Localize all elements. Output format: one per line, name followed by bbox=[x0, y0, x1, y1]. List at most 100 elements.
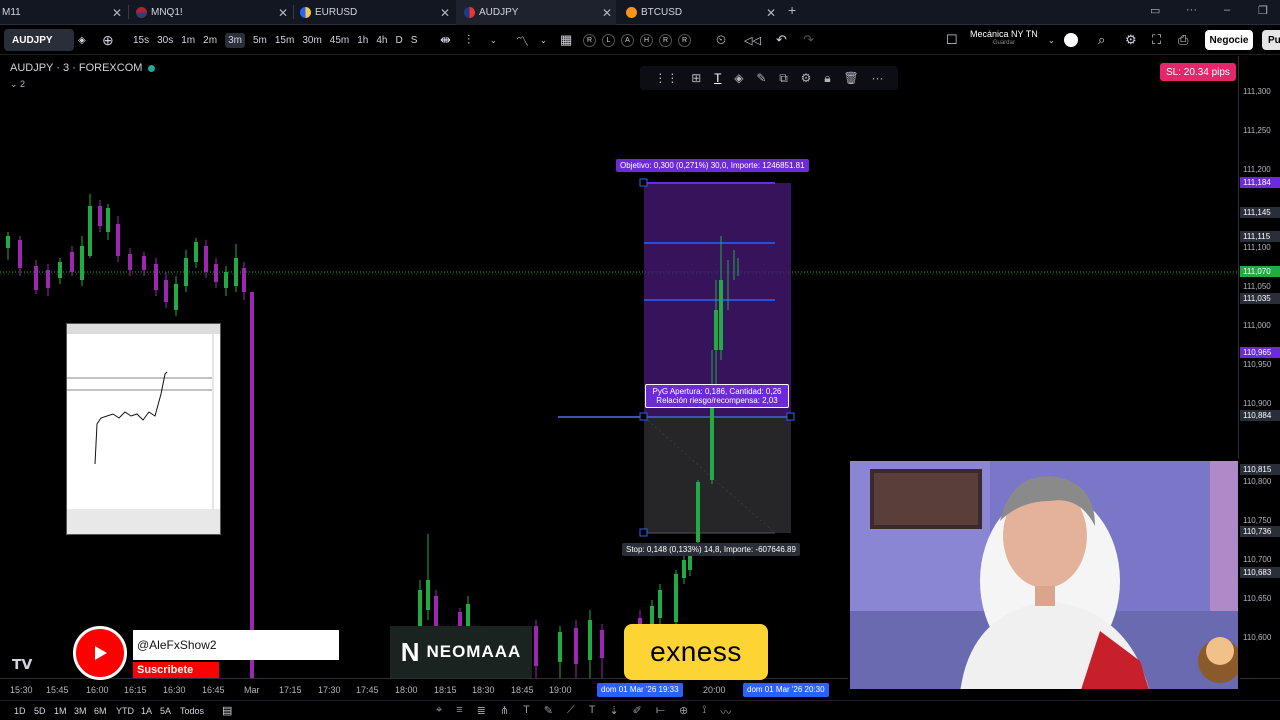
range-5a[interactable]: 5A bbox=[160, 706, 171, 716]
range-3m[interactable]: 3M bbox=[74, 706, 87, 716]
redo-icon[interactable]: ↷ bbox=[803, 25, 814, 55]
crosshair-icon[interactable]: ⌖ bbox=[436, 704, 442, 720]
monitor-icon[interactable]: ▭ bbox=[1150, 4, 1160, 17]
candles-left bbox=[6, 194, 246, 316]
gear-icon[interactable]: ⚙ bbox=[1125, 25, 1137, 55]
layout-grid-icon[interactable]: ▦ bbox=[560, 25, 572, 55]
replay-l-button[interactable]: L bbox=[602, 33, 615, 47]
pencil-icon[interactable]: ✐ bbox=[633, 704, 642, 720]
ruler-icon[interactable]: ⟟ bbox=[702, 704, 706, 720]
calendar-icon[interactable]: ▤ bbox=[222, 704, 232, 717]
more-icon[interactable]: ··· bbox=[872, 71, 884, 85]
tf-1m[interactable]: 1m bbox=[181, 35, 195, 46]
publish-button[interactable]: Pu bbox=[1262, 30, 1280, 50]
close-icon[interactable]: ✕ bbox=[440, 6, 450, 20]
tf-30s[interactable]: 30s bbox=[157, 35, 173, 46]
avatar[interactable] bbox=[1064, 25, 1078, 55]
pattern-icon[interactable]: ⋔ bbox=[500, 704, 509, 720]
target-icon[interactable]: ⊕ bbox=[679, 704, 688, 720]
lines-icon[interactable]: ≡ bbox=[456, 704, 462, 720]
price-scale[interactable]: 111,300 111,250 111,200 111,100 111,050 … bbox=[1238, 56, 1280, 678]
tf-15s[interactable]: 15s bbox=[133, 35, 149, 46]
wave-icon[interactable]: 〰 bbox=[720, 704, 731, 720]
minimize-icon[interactable]: – bbox=[1224, 4, 1230, 16]
more-icon[interactable]: ··· bbox=[1186, 4, 1197, 16]
drawing-toolbar: ⋮⋮ ⊞ T ◈ ✎ ⧉ ⚙ 🔒︎ 🗑︎ ··· bbox=[640, 66, 898, 90]
layout-name[interactable]: Mecánica NY TN Guardar bbox=[970, 30, 1038, 48]
tf-4h[interactable]: 4h bbox=[376, 35, 387, 46]
settings-icon[interactable]: ⚙ bbox=[801, 71, 812, 85]
fib-icon[interactable]: ≣ bbox=[477, 704, 486, 720]
template-icon[interactable]: ⊞ bbox=[691, 71, 701, 85]
range-all[interactable]: Todos bbox=[180, 706, 204, 716]
range-5d[interactable]: 5D bbox=[34, 706, 46, 716]
trash-icon[interactable]: 🗑︎ bbox=[843, 71, 858, 85]
tab-mnq[interactable]: MNQ1! ✕ bbox=[136, 0, 288, 25]
replay-r3-button[interactable]: R bbox=[678, 33, 691, 47]
horizontal-line-icon[interactable]: ⟝ bbox=[656, 704, 665, 720]
drag-handle-icon[interactable]: ⋮⋮ bbox=[654, 71, 678, 85]
camera-icon[interactable]: ⎙ bbox=[1178, 25, 1188, 55]
fullscreen-icon[interactable]: ⛶ bbox=[1152, 25, 1161, 55]
text-icon[interactable]: T bbox=[589, 704, 596, 720]
target-handle bbox=[639, 178, 648, 187]
range-1d[interactable]: 1D bbox=[14, 706, 26, 716]
brush-icon[interactable]: ✎ bbox=[756, 71, 766, 85]
replay-r2-button[interactable]: R bbox=[659, 33, 672, 47]
price-tag: 110,884 bbox=[1240, 410, 1280, 421]
tf-d[interactable]: D bbox=[395, 35, 402, 46]
text-icon[interactable]: T bbox=[714, 71, 721, 85]
indicator-toggle[interactable]: ⌄ 2 bbox=[10, 79, 25, 90]
tf-45m[interactable]: 45m bbox=[330, 35, 349, 46]
bar-replay-icon[interactable]: ⇼ bbox=[440, 25, 451, 55]
fill-color-icon[interactable]: ◈ bbox=[734, 71, 743, 85]
range-6m[interactable]: 6M bbox=[94, 706, 107, 716]
close-icon[interactable]: ✕ bbox=[766, 6, 776, 20]
tf-5m[interactable]: 5m bbox=[253, 35, 267, 46]
bottom-bar: 1D 5D 1M 3M 6M YTD 1A 5A Todos ▤ ⌖ ≡ ≣ ⋔… bbox=[0, 700, 1280, 720]
chevron-down-icon[interactable]: ⌄ bbox=[540, 25, 547, 55]
measure-icon[interactable]: ⇣ bbox=[609, 704, 618, 720]
brush-tool-icon[interactable]: ✎ bbox=[544, 704, 553, 720]
tf-30m[interactable]: 30m bbox=[302, 35, 321, 46]
tf-15m[interactable]: 15m bbox=[275, 35, 294, 46]
tab-eurusd[interactable]: EURUSD ✕ bbox=[300, 0, 450, 25]
close-icon[interactable]: ✕ bbox=[278, 6, 288, 20]
chart-settings-icon[interactable]: ⧉ bbox=[779, 71, 788, 86]
time-label: 20:00 bbox=[703, 685, 726, 695]
search-icon[interactable]: ⌕ bbox=[1098, 25, 1105, 55]
close-icon[interactable]: ✕ bbox=[112, 6, 122, 20]
chart-symbol-title[interactable]: AUDJPY · 3 · FOREXCOM bbox=[10, 62, 156, 74]
tab-btcusd[interactable]: BTCUSD ✕ bbox=[626, 0, 776, 25]
tf-s[interactable]: S bbox=[411, 35, 418, 46]
layout-checkbox-icon[interactable]: ☐ bbox=[946, 25, 958, 55]
trend-line-icon[interactable]: ⟋ bbox=[567, 704, 575, 720]
maximize-icon[interactable]: ❐ bbox=[1258, 4, 1268, 17]
tab-audjpy[interactable]: AUDJPY ✕ bbox=[456, 0, 616, 25]
tf-2m[interactable]: 2m bbox=[203, 35, 217, 46]
trade-button[interactable]: Negocie bbox=[1205, 30, 1253, 50]
range-ytd[interactable]: YTD bbox=[116, 706, 134, 716]
text-tool-icon[interactable]: T bbox=[523, 704, 530, 720]
lock-icon[interactable]: 🔒︎ bbox=[824, 71, 830, 86]
replay-r-button[interactable]: R bbox=[583, 33, 596, 47]
replay-h-button[interactable]: H bbox=[640, 33, 653, 47]
tab-m11[interactable]: M11 ✕ bbox=[0, 0, 125, 25]
tf-3m[interactable]: 3m bbox=[225, 32, 245, 48]
tf-1h[interactable]: 1h bbox=[357, 35, 368, 46]
indicators-icon[interactable]: 〽 bbox=[516, 25, 529, 55]
symbol-search[interactable]: AUDJPY bbox=[4, 29, 74, 51]
rewind-icon[interactable]: ◁◁ bbox=[744, 25, 761, 55]
range-1a[interactable]: 1A bbox=[141, 706, 152, 716]
add-symbol-icon[interactable]: ⊕ bbox=[102, 25, 114, 55]
compare-icon[interactable]: ◈ bbox=[78, 25, 86, 55]
replay-a-button[interactable]: A bbox=[621, 33, 634, 47]
chevron-down-icon[interactable]: ⌄ bbox=[490, 25, 497, 55]
chevron-down-icon[interactable]: ⌄ bbox=[1048, 25, 1055, 55]
close-icon[interactable]: ✕ bbox=[602, 6, 612, 20]
alert-icon[interactable]: ⏲ bbox=[716, 25, 726, 55]
undo-icon[interactable]: ↶ bbox=[776, 25, 787, 55]
chart-type-icon[interactable]: ⫶ bbox=[467, 25, 470, 55]
new-tab-icon[interactable]: + bbox=[788, 2, 796, 18]
range-1m[interactable]: 1M bbox=[54, 706, 67, 716]
